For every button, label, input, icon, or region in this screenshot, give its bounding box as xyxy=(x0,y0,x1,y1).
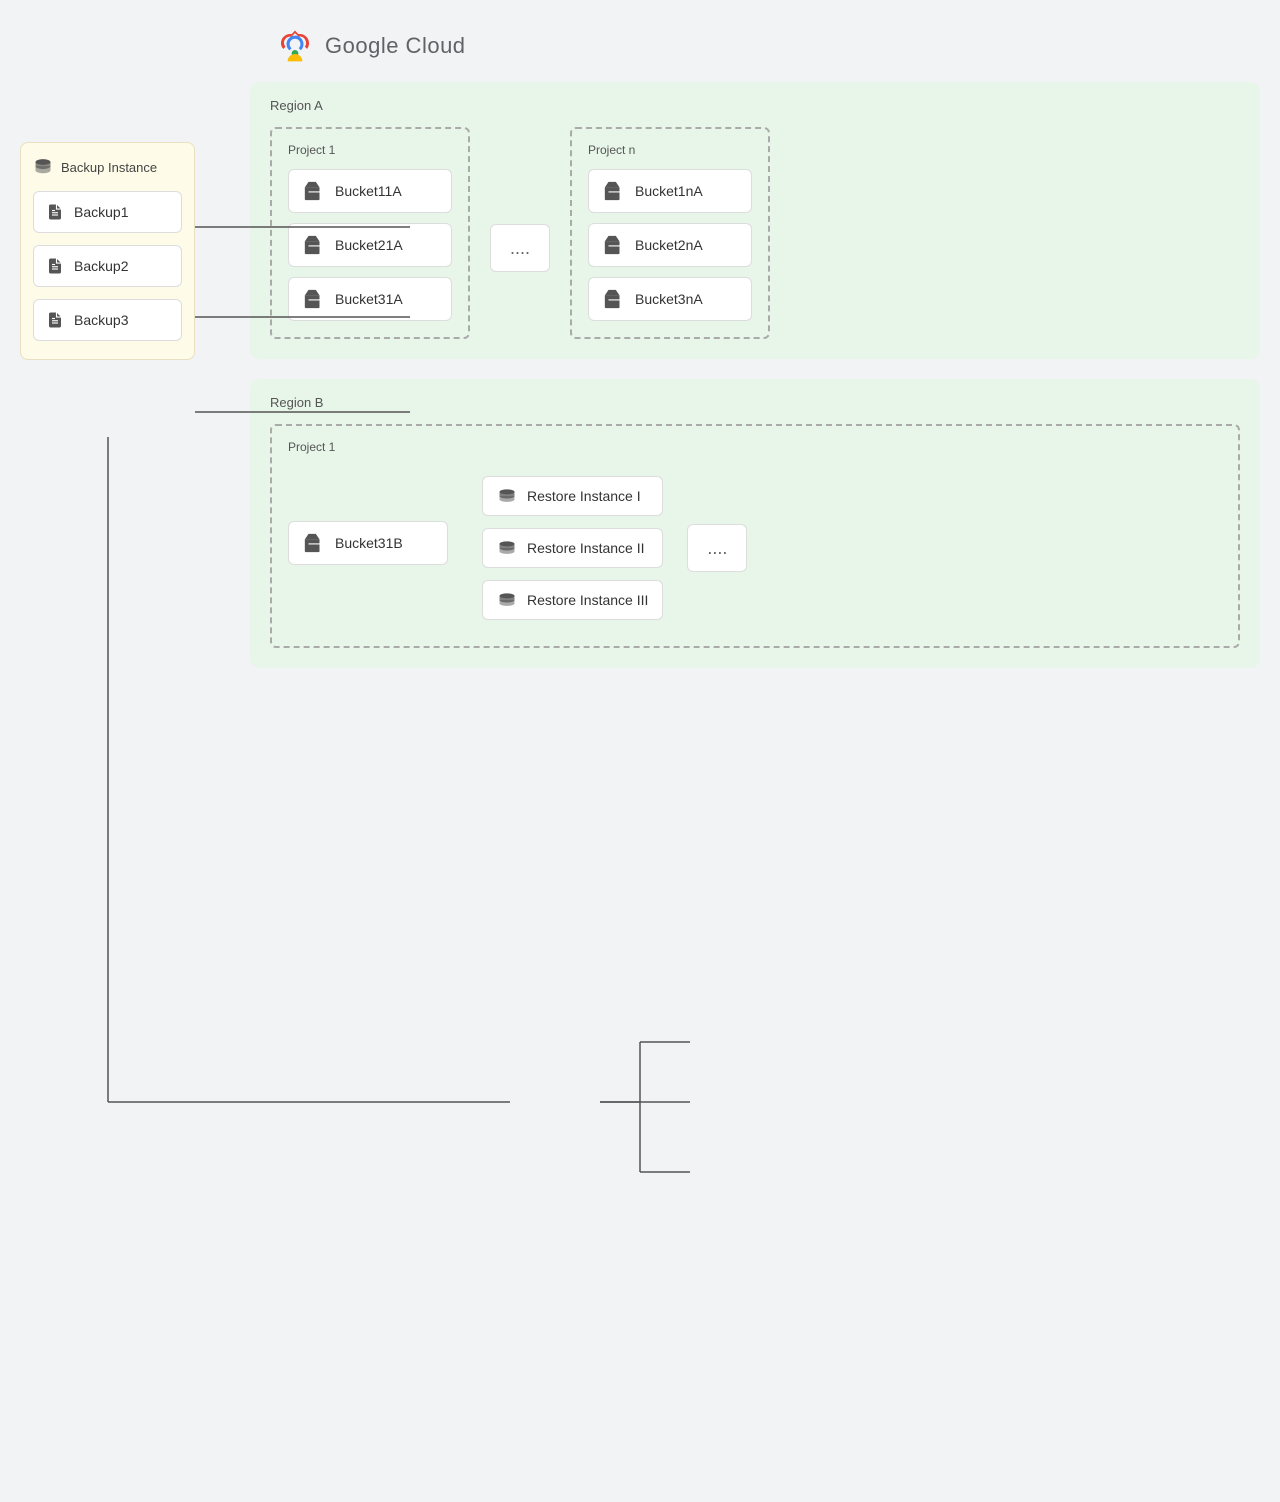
region-a-projects-row: Project 1 Bucket11A xyxy=(270,127,1240,339)
bucket1na-item: Bucket1nA xyxy=(588,169,752,213)
restore-instances-col: Restore Instance I Restore Instance II xyxy=(482,476,663,620)
bucket21a-icon xyxy=(303,234,325,256)
restore-instance-2: Restore Instance II xyxy=(482,528,663,568)
backup1-item: Backup1 xyxy=(33,191,182,233)
restore3-icon xyxy=(497,591,517,609)
region-a-ellipsis-col: .... xyxy=(490,127,550,339)
backup3-item: Backup3 xyxy=(33,299,182,341)
bucket31a-icon xyxy=(303,288,325,310)
restore-instance-1: Restore Instance I xyxy=(482,476,663,516)
region-a-project1-label: Project 1 xyxy=(288,143,452,157)
region-b: Region B Project 1 Bucket31B xyxy=(250,379,1260,668)
backup-panel-title: Backup Instance xyxy=(33,157,182,177)
bucket1na-icon xyxy=(603,180,625,202)
region-b-ellipsis: .... xyxy=(687,524,747,572)
page-wrapper: Google Cloud xyxy=(0,0,1280,1502)
backup-instance-icon xyxy=(33,157,53,177)
restore1-icon xyxy=(497,487,517,505)
google-cloud-logo-icon xyxy=(275,30,315,62)
region-b-project1: Project 1 Bucket31B xyxy=(270,424,1240,648)
region-a: Region A Project 1 Bucket11A xyxy=(250,82,1260,359)
bucket3na-icon xyxy=(603,288,625,310)
region-a-project1: Project 1 Bucket11A xyxy=(270,127,470,339)
backup3-icon xyxy=(46,310,64,330)
bucket-restore-layout: Bucket31B Restore Instance I xyxy=(288,466,1222,630)
bucket3na-item: Bucket3nA xyxy=(588,277,752,321)
backup2-item: Backup2 xyxy=(33,245,182,287)
bucket31a-item: Bucket31A xyxy=(288,277,452,321)
restore-instance-3: Restore Instance III xyxy=(482,580,663,620)
bucket31b-item: Bucket31B xyxy=(288,521,448,565)
bucket11a-item: Bucket11A xyxy=(288,169,452,213)
bucket11a-icon xyxy=(303,180,325,202)
region-a-project-n-label: Project n xyxy=(588,143,752,157)
bucket2na-icon xyxy=(603,234,625,256)
diagram-area: Backup Instance Backup1 xyxy=(20,82,1260,1432)
backup1-icon xyxy=(46,202,64,222)
backup2-icon xyxy=(46,256,64,276)
backup-panel: Backup Instance Backup1 xyxy=(20,142,195,360)
logo-text: Google Cloud xyxy=(325,33,466,59)
bucket21a-item: Bucket21A xyxy=(288,223,452,267)
restore2-icon xyxy=(497,539,517,557)
bucket31b-icon xyxy=(303,532,325,554)
region-a-ellipsis: .... xyxy=(490,224,550,272)
region-b-project1-label: Project 1 xyxy=(288,440,1222,454)
region-b-label: Region B xyxy=(270,395,1240,410)
bucket2na-item: Bucket2nA xyxy=(588,223,752,267)
regions-area: Region A Project 1 Bucket11A xyxy=(250,82,1260,668)
google-cloud-logo: Google Cloud xyxy=(275,30,1260,62)
region-a-project-n: Project n Bucket1nA xyxy=(570,127,770,339)
region-a-label: Region A xyxy=(270,98,1240,113)
